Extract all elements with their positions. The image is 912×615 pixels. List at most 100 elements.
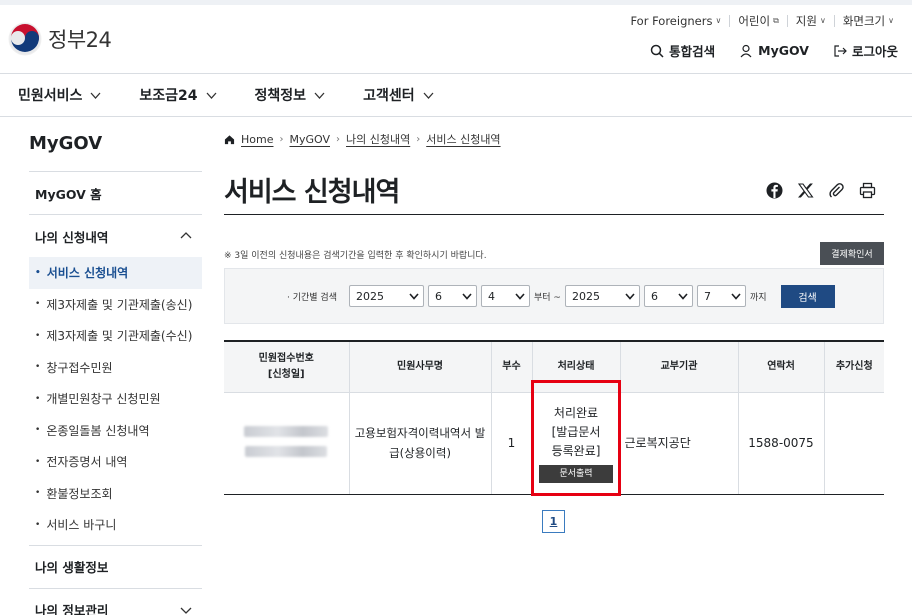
breadcrumb-my-applications[interactable]: 나의 신청내역: [346, 131, 410, 147]
sidebar-group-info-management[interactable]: 나의 정보관리: [29, 587, 202, 615]
to-day-value: 7: [703, 289, 711, 303]
period-search-filter: · 기간별 검색 2025 6 4 부터 ~ 2025 6 7 까지 검색: [224, 268, 884, 324]
main-navigation: 민원서비스 보조금24 정책정보 고객센터: [0, 73, 912, 117]
sidebar-item-third-party-received[interactable]: 제3자제출 및 기관제출(수신): [29, 320, 202, 352]
sidebar-item-all-day-care[interactable]: 온종일돌봄 신청내역: [29, 415, 202, 447]
chevron-down-icon: [180, 607, 192, 614]
title-divider: [224, 214, 884, 215]
cell-extra-request: [823, 392, 884, 495]
sidebar-item-label: 창구접수민원: [46, 360, 113, 375]
col-copies: 부수: [490, 340, 532, 393]
external-link-icon: ⧉: [773, 16, 779, 25]
sidebar-item-label: 전자증명서 내역: [46, 455, 128, 470]
chevron-down-icon: ∨: [888, 16, 894, 25]
util-kids[interactable]: 어린이 ⧉: [729, 15, 786, 27]
sidebar-submenu: 서비스 신청내역 제3자제출 및 기관제출(송신) 제3자제출 및 기관제출(수…: [29, 257, 202, 545]
gnb-civil-service[interactable]: 민원서비스: [18, 85, 101, 105]
mygov-label: MyGOV: [758, 43, 809, 58]
logo-text: 정부24: [48, 28, 112, 52]
sidebar-item-label: 서비스 신청내역: [46, 266, 129, 281]
gnb-label: 고객센터: [363, 88, 415, 104]
mygov-button[interactable]: MyGOV: [739, 41, 809, 60]
breadcrumb-home[interactable]: Home: [241, 133, 273, 146]
sidebar-item-label: MyGOV 홈: [35, 186, 102, 202]
utility-menu: For Foreigners ∨ 어린이 ⧉ 지원 ∨ 화면크기 ∨: [622, 15, 902, 27]
sidebar-group-applications[interactable]: 나의 신청내역: [29, 214, 202, 257]
x-twitter-icon[interactable]: [797, 182, 814, 199]
logo[interactable]: 정부24: [8, 22, 112, 56]
util-kids-label: 어린이: [738, 14, 771, 28]
chevron-down-icon: [462, 293, 472, 300]
from-day-select[interactable]: 4: [480, 285, 530, 307]
to-year-value: 2025: [571, 289, 600, 303]
sidebar-item-service-applications[interactable]: 서비스 신청내역: [29, 257, 202, 289]
from-month-select[interactable]: 6: [427, 285, 477, 307]
chevron-down-icon: [90, 92, 101, 99]
sidebar-group-life-info[interactable]: 나의 생활정보: [29, 544, 202, 588]
status-highlight-box: [531, 380, 621, 496]
from-year-select[interactable]: 2025: [348, 285, 424, 307]
sidebar-group-label: 나의 생활정보: [35, 560, 109, 575]
gnb-subsidy[interactable]: 보조금24: [139, 85, 217, 105]
sidebar-item-counter-civil[interactable]: 창구접수민원: [29, 352, 202, 384]
chevron-down-icon: [314, 92, 325, 99]
sidebar-item-e-certificate[interactable]: 전자증명서 내역: [29, 446, 202, 478]
gnb-label: 정책정보: [254, 88, 307, 104]
sidebar: MyGOV 홈 나의 신청내역 서비스 신청내역 제3자제출 및 기관제출(송신…: [29, 171, 202, 615]
to-month-select[interactable]: 6: [643, 285, 693, 307]
breadcrumb-separator-icon: ›: [416, 133, 421, 145]
home-icon: [224, 134, 235, 144]
sidebar-item-third-party-sent[interactable]: 제3자제출 및 기관제출(송신): [29, 289, 202, 321]
sidebar-item-refund-info[interactable]: 환불정보조회: [29, 478, 202, 510]
chevron-down-icon: [678, 293, 688, 300]
payment-confirmation-button[interactable]: 결제확인서: [820, 242, 884, 265]
sidebar-item-mygov-home[interactable]: MyGOV 홈: [29, 171, 202, 214]
gnb-policy[interactable]: 정책정보: [255, 85, 326, 105]
to-month-value: 6: [650, 289, 658, 303]
col-service-name: 민원사무명: [348, 340, 491, 393]
sidebar-item-label: 온종일돌봄 신청내역: [46, 423, 150, 438]
service-name-line1: 고용보험자격이력내역서 발: [354, 426, 486, 440]
cell-issuing-agency: 근로복지공단: [619, 392, 738, 495]
redacted-receipt-number: [244, 426, 329, 437]
to-year-select[interactable]: 2025: [564, 285, 640, 307]
header-actions: 통합검색 MyGOV 로그아웃: [650, 41, 898, 60]
chevron-down-icon: [515, 293, 525, 300]
chevron-down-icon: ∨: [819, 16, 826, 25]
breadcrumb-mygov[interactable]: MyGOV: [289, 133, 330, 146]
redacted-application-date: [245, 446, 328, 457]
chevron-down-icon: ∨: [715, 16, 722, 25]
search-icon: [650, 44, 664, 58]
integrated-search-button[interactable]: 통합검색: [650, 41, 715, 60]
breadcrumb-service-applications[interactable]: 서비스 신청내역: [426, 131, 500, 147]
to-day-select[interactable]: 7: [696, 285, 746, 307]
util-zoom[interactable]: 화면크기 ∨: [833, 15, 902, 27]
sidebar-item-label: 환불정보조회: [46, 486, 113, 501]
breadcrumb: Home › MyGOV › 나의 신청내역 › 서비스 신청내역: [224, 131, 501, 147]
facebook-icon[interactable]: [766, 182, 783, 199]
chevron-down-icon: [409, 293, 419, 300]
search-button[interactable]: 검색: [780, 284, 835, 308]
sidebar-group-label: 나의 신청내역: [35, 229, 109, 245]
from-month-value: 6: [434, 289, 442, 303]
sidebar-item-individual-counter[interactable]: 개별민원창구 신청민원: [29, 383, 202, 415]
chevron-down-icon: [423, 92, 434, 99]
share-toolbar: [766, 182, 876, 199]
page-title: 서비스 신청내역: [224, 177, 400, 208]
gnb-customer-center[interactable]: 고객센터: [363, 85, 434, 105]
sidebar-item-label: 개별민원창구 신청민원: [46, 392, 161, 407]
attachment-link-icon[interactable]: [828, 182, 845, 199]
user-icon: [740, 44, 752, 57]
sidebar-group-label: 나의 정보관리: [35, 603, 109, 615]
cell-receipt-number: [224, 392, 349, 495]
util-foreigners-label: For Foreigners: [630, 14, 713, 28]
util-support[interactable]: 지원 ∨: [786, 15, 834, 27]
chevron-down-icon: [731, 293, 741, 300]
logout-button[interactable]: 로그아웃: [833, 41, 898, 60]
pagination-page-1[interactable]: 1: [542, 510, 565, 533]
print-icon[interactable]: [859, 182, 876, 199]
sidebar-item-service-basket[interactable]: 서비스 바구니: [29, 509, 202, 541]
col-issuing-agency: 교부기관: [619, 340, 738, 393]
gnb-label: 보조금24: [139, 88, 198, 104]
util-foreigners[interactable]: For Foreigners ∨: [622, 15, 729, 27]
